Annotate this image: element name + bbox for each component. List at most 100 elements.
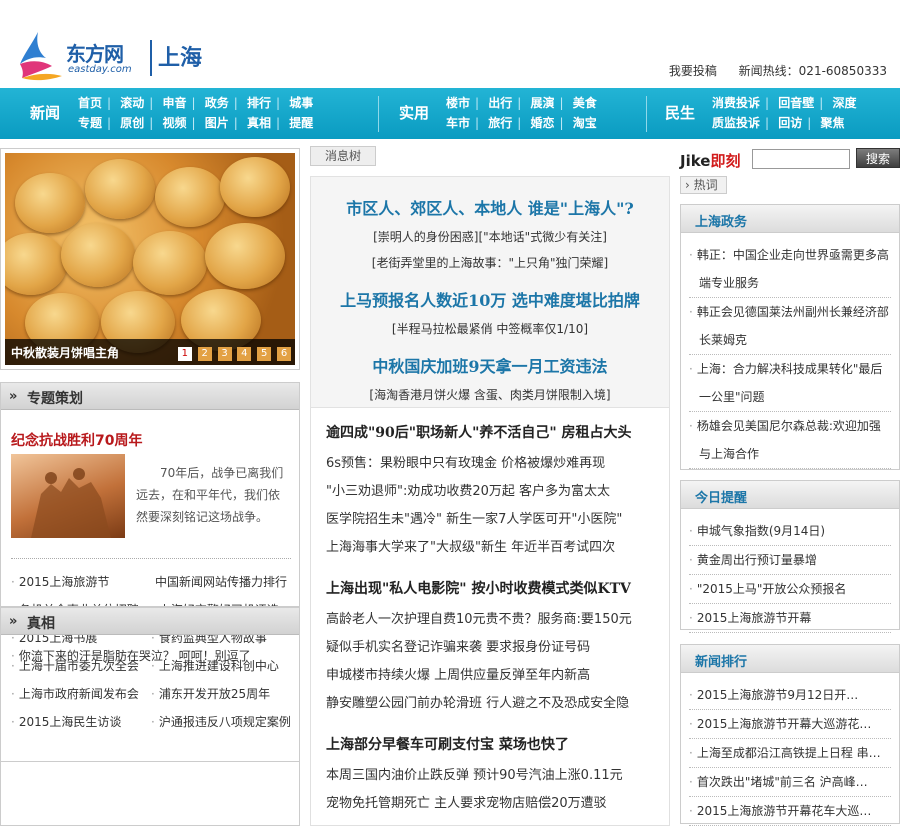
- slide-page-6[interactable]: 6: [277, 347, 291, 361]
- nav-link[interactable]: 淘宝: [573, 113, 597, 133]
- news-line[interactable]: 静安雕塑公园门前办轮滑班 行人避之不及恐成安全隐: [326, 690, 676, 718]
- news-group-1: 逾四成"90后"职场新人"养不活自己" 房租占大头 6s预售：果粉眼中只有玫瑰金…: [326, 422, 676, 562]
- news-ranking-header: 新闻排行: [681, 645, 899, 673]
- headline-3-sub-1[interactable]: [海淘香港月饼火爆 含蛋、肉类月饼限制入境]: [311, 386, 669, 403]
- headline-1-sub-2[interactable]: [老街弄堂里的上海故事："上只角"独门荣耀]: [311, 254, 669, 271]
- nav-link[interactable]: 排行: [247, 93, 271, 113]
- search-input[interactable]: [752, 149, 850, 169]
- nav-link[interactable]: 真相: [247, 113, 271, 133]
- news-group-3: 上海部分早餐车可刷支付宝 菜场也快了 本周三国内油价止跌反弹 预计90号汽油上涨…: [326, 734, 676, 818]
- nav-link[interactable]: 质监投诉: [712, 113, 760, 133]
- logo-domain: eastday.com: [68, 64, 132, 75]
- nav-link[interactable]: 美食: [573, 93, 597, 113]
- news-line[interactable]: 疑似手机实名登记诈骗来袭 要求报身份证号码: [326, 634, 676, 662]
- list-item[interactable]: · 杨雄会见美国尼尔森总裁:欢迎加强与上海合作: [689, 412, 891, 469]
- nav-link[interactable]: 滚动: [120, 93, 144, 113]
- nav-link[interactable]: 旅行: [488, 113, 512, 133]
- photo-slideshow[interactable]: 中秋散装月饼唱主角 1 2 3 4 5 6: [0, 148, 300, 370]
- slide-page-3[interactable]: 3: [217, 347, 232, 361]
- nav-link[interactable]: 出行: [488, 93, 512, 113]
- list-item[interactable]: · 上海：合力解决科技成果转化"最后一公里"问题: [689, 355, 891, 412]
- special-topic-image[interactable]: [11, 454, 125, 538]
- slide-page-1[interactable]: 1: [177, 347, 192, 361]
- list-item[interactable]: · 黄金周出行预订量暴增: [689, 546, 891, 575]
- slide-page-5[interactable]: 5: [257, 347, 272, 361]
- divider: [11, 558, 291, 559]
- nav-row: 首页 | 滚动 | 申音 | 政务 | 排行 | 城事: [78, 93, 313, 113]
- site-header: 东方网 eastday.com 上海 我要投稿 新闻热线：021-6085033…: [0, 0, 900, 88]
- news-line[interactable]: "小三劝退师":劝成功收费20万起 客户多为富太太: [326, 478, 676, 506]
- nav-link[interactable]: 城事: [289, 93, 313, 113]
- list-item[interactable]: · 2015上海旅游节开幕大巡游花…: [689, 710, 891, 739]
- nav-link[interactable]: 申音: [163, 93, 187, 113]
- search-button[interactable]: 搜索: [856, 148, 900, 168]
- slide-page-2[interactable]: 2: [197, 347, 212, 361]
- nav-link[interactable]: 深度: [833, 93, 857, 113]
- nav-link[interactable]: 首页: [78, 93, 102, 113]
- nav-link[interactable]: 图片: [205, 113, 229, 133]
- news-line[interactable]: 6s预售：果粉眼中只有玫瑰金 价格被爆炒难再现: [326, 450, 676, 478]
- headline-2[interactable]: 上马预报名人数近10万 选中难度堪比拍牌: [311, 287, 669, 311]
- truth-box: » 真相 · 你流下来的汗是脂肪在哭泣？ 呵呵！别逗了: [0, 606, 300, 826]
- special-topic-title[interactable]: 纪念抗战胜利70周年: [11, 430, 142, 450]
- tab-message-tree[interactable]: 消息树: [310, 146, 377, 166]
- nav-section-livelihood[interactable]: 民生: [665, 102, 695, 123]
- nav-link[interactable]: 原创: [120, 113, 144, 133]
- list-item[interactable]: · 2015上海旅游节: [11, 568, 151, 596]
- list-item[interactable]: · 上海至成都沿江高铁提上日程 串…: [689, 739, 891, 768]
- list-item[interactable]: 中国新闻网站传播力排行: [151, 568, 291, 596]
- news-hotline: 新闻热线：021-60850333: [738, 64, 887, 78]
- headline-2-sub-1[interactable]: [半程马拉松最紧俏 中签概率仅1/10]: [311, 320, 669, 337]
- site-logo[interactable]: 东方网 eastday.com 上海: [18, 30, 218, 82]
- news-line[interactable]: 本周三国内油价止跌反弹 预计90号汽油上涨0.11元: [326, 762, 676, 790]
- slideshow-image[interactable]: 中秋散装月饼唱主角 1 2 3 4 5 6: [5, 153, 295, 365]
- news-line[interactable]: 申城楼市持续火爆 上周供应量反弹至年内新高: [326, 662, 676, 690]
- slide-page-4[interactable]: 4: [237, 347, 252, 361]
- headline-1[interactable]: 市区人、郊区人、本地人 谁是"上海人"?: [311, 195, 669, 219]
- nav-link[interactable]: 专题: [78, 113, 102, 133]
- nav-link[interactable]: 展演: [531, 93, 555, 113]
- nav-link[interactable]: 车市: [446, 113, 470, 133]
- news-line[interactable]: 宠物免托管期死亡 主人要求宠物店赔偿20万遭驳: [326, 790, 676, 818]
- nav-link[interactable]: 楼市: [446, 93, 470, 113]
- news-line[interactable]: 上海海事大学来了"大叔级"新生 年近半百考试四次: [326, 534, 676, 562]
- news-group-title[interactable]: 上海出现"私人电影院" 按小时收费模式类似KTV: [326, 578, 676, 598]
- top-links: 我要投稿 新闻热线：021-60850333: [651, 62, 887, 79]
- jike-logo[interactable]: Jike即刻: [680, 150, 740, 171]
- nav-link[interactable]: 回访: [778, 113, 802, 133]
- hot-words-tab[interactable]: › 热词: [680, 176, 727, 194]
- headline-1-sub-1[interactable]: [崇明人的身份困惑]["本地话"式微少有关注]: [311, 228, 669, 245]
- news-group-title[interactable]: 逾四成"90后"职场新人"养不活自己" 房租占大头: [326, 422, 676, 442]
- list-item[interactable]: · 2015上海旅游节开幕花车大巡…: [689, 797, 891, 826]
- submit-article-link[interactable]: 我要投稿: [669, 64, 717, 78]
- nav-link[interactable]: 聚焦: [821, 113, 845, 133]
- nav-link[interactable]: 回音壁: [778, 93, 814, 113]
- list-item[interactable]: · 首次跌出"堵城"前三名 沪高峰…: [689, 768, 891, 797]
- news-line[interactable]: 医学院招生未"遇冷" 新生一家7人学医可开"小医院": [326, 506, 676, 534]
- list-item[interactable]: · 韩正会见德国莱法州副州长兼经济部长莱姆克: [689, 298, 891, 355]
- list-item[interactable]: · 2015上海旅游节开幕: [689, 604, 891, 633]
- news-group-title[interactable]: 上海部分早餐车可刷支付宝 菜场也快了: [326, 734, 676, 754]
- nav-link[interactable]: 婚恋: [531, 113, 555, 133]
- nav-link[interactable]: 提醒: [289, 113, 313, 133]
- list-item[interactable]: · 申城气象指数(9月14日): [689, 517, 891, 546]
- headline-3[interactable]: 中秋国庆加班9天拿一月工资违法: [311, 353, 669, 377]
- list-item[interactable]: · 2015上海旅游节9月12日开…: [689, 681, 891, 710]
- nav-section-practical[interactable]: 实用: [399, 102, 429, 123]
- slideshow-caption[interactable]: 中秋散装月饼唱主角: [11, 344, 119, 361]
- list-item[interactable]: · "2015上马"开放公众预报名: [689, 575, 891, 604]
- nav-link[interactable]: 视频: [163, 113, 187, 133]
- nav-row: 车市 | 旅行 | 婚恋 | 淘宝: [446, 113, 597, 133]
- truth-item[interactable]: · 你流下来的汗是脂肪在哭泣？ 呵呵！别逗了: [11, 647, 251, 664]
- reminders-header: 今日提醒: [681, 481, 899, 509]
- list-item[interactable]: · 韩正：中国企业走向世界亟需更多高端专业服务: [689, 241, 891, 298]
- special-topic-desc: 70年后，战争已离我们远去，在和平年代，我们依然要深刻铭记这场战争。: [136, 466, 284, 524]
- chevron-right-icon: ›: [685, 178, 694, 192]
- nav-section-news[interactable]: 新闻: [30, 102, 60, 123]
- gov-affairs-header: 上海政务: [681, 205, 899, 233]
- reminders-box: 今日提醒 · 申城气象指数(9月14日) · 黄金周出行预订量暴增 · "2015上马…: [680, 480, 900, 633]
- nav-link[interactable]: 政务: [205, 93, 229, 113]
- nav-row: 楼市 | 出行 | 展演 | 美食: [446, 93, 597, 113]
- news-line[interactable]: 高龄老人一次护理自费10元贵不贵？服务商:要150元: [326, 606, 676, 634]
- nav-link[interactable]: 消费投诉: [712, 93, 760, 113]
